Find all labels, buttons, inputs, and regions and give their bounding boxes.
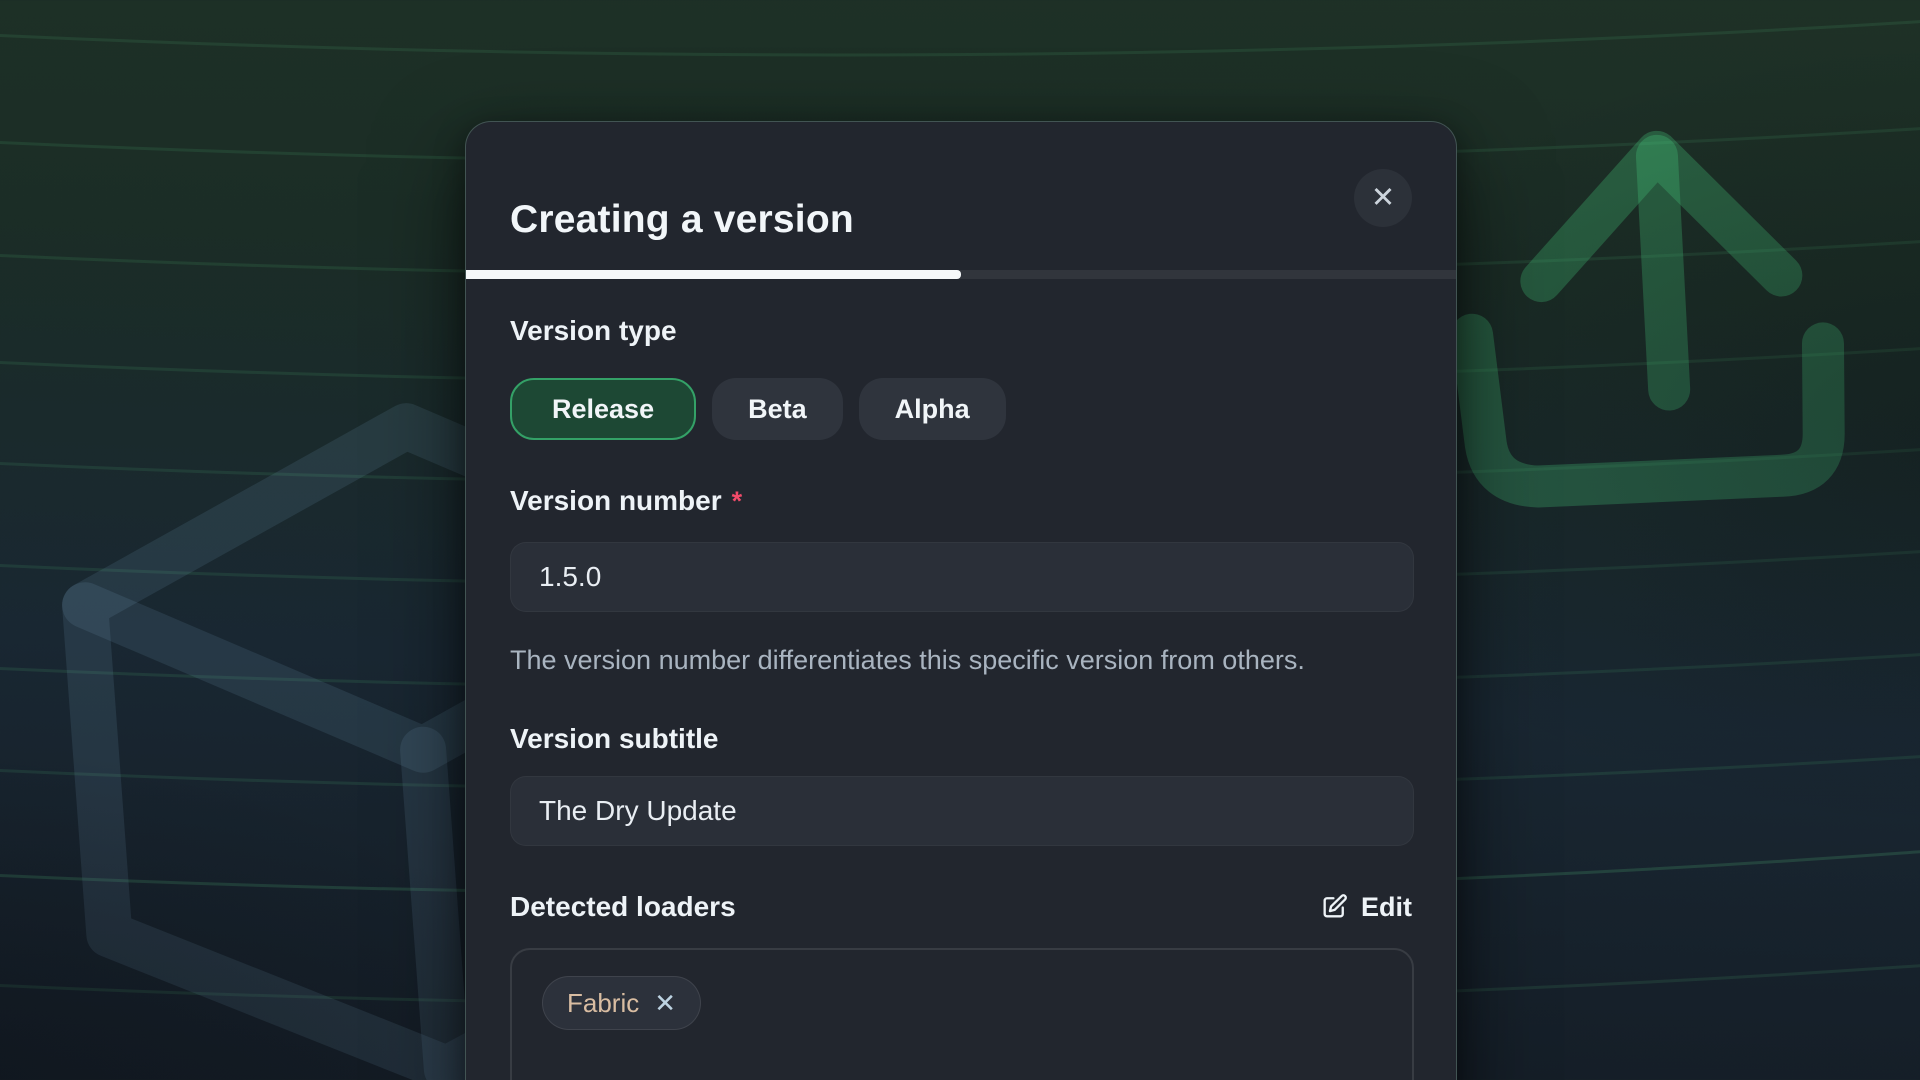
loader-tag-label: Fabric [567,988,639,1019]
version-type-release-button[interactable]: Release [510,378,696,440]
progress-bar-fill [466,270,961,279]
edit-loaders-button[interactable]: Edit [1320,892,1412,923]
edit-button-label: Edit [1361,892,1412,923]
modal-header: Creating a version ✕ [466,122,1456,270]
create-version-modal: Creating a version ✕ Version type Releas… [465,121,1457,1080]
progress-bar [466,270,1456,279]
version-number-help-text: The version number differentiates this s… [510,638,1355,682]
version-type-options: Release Beta Alpha [510,378,1412,440]
close-button[interactable]: ✕ [1354,169,1412,227]
modal-title: Creating a version [510,198,854,242]
version-subtitle-input[interactable] [510,776,1414,846]
version-subtitle-label: Version subtitle [510,722,1412,756]
version-type-alpha-button[interactable]: Alpha [859,378,1006,440]
remove-loader-button[interactable]: ✕ [654,990,676,1016]
modal-body: Version type Release Beta Alpha Version … [466,270,1456,1080]
detected-loaders-header: Detected loaders Edit [510,890,1412,924]
detected-loaders-label: Detected loaders [510,890,736,924]
version-type-label: Version type [510,314,1412,348]
edit-icon [1320,893,1348,921]
version-type-beta-button[interactable]: Beta [712,378,843,440]
close-icon: ✕ [1371,169,1395,227]
version-number-label-text: Version number [510,484,722,518]
loader-tag-fabric: Fabric ✕ [542,976,701,1030]
version-number-label: Version number * [510,484,1412,518]
version-number-input[interactable] [510,542,1414,612]
required-asterisk: * [732,484,743,518]
detected-loaders-box: Fabric ✕ [510,948,1414,1080]
remove-tag-icon: ✕ [654,988,676,1018]
